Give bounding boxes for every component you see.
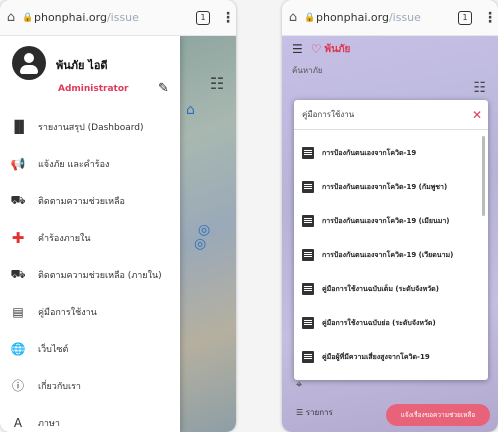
manual-panel-header: คู่มือการใช้งาน ✕ (294, 100, 488, 130)
megaphone-icon: 📢 (10, 156, 26, 171)
document-icon (302, 249, 314, 261)
close-icon[interactable]: ✕ (466, 108, 488, 122)
drawer-item-track-help-internal[interactable]: ⛟ ติดตามความช่วยเหลือ (ภายใน) (0, 256, 180, 293)
truck-icon: ⛟ (10, 266, 26, 281)
document-icon (302, 351, 314, 363)
document-icon (302, 215, 314, 227)
app-header: ☰ ♡ พ้นภัย (282, 36, 498, 62)
tab-switcher-button[interactable]: 1 (458, 10, 472, 25)
lock-icon: 🔒 (304, 12, 316, 23)
truck-icon: ⛟ (10, 192, 26, 207)
manual-panel: คู่มือการใช้งาน ✕ การป้องกันตนเองจากโควิ… (294, 100, 488, 380)
drawer-item-internal-request[interactable]: ✚ คำร้องภายใน (0, 219, 180, 256)
manual-panel-title: คู่มือการใช้งาน (302, 110, 355, 119)
avatar (12, 46, 46, 80)
drawer-item-dashboard[interactable]: ▐▌ รายงานสรุป (Dashboard) (0, 108, 180, 145)
document-icon (302, 283, 314, 295)
list-button[interactable]: ☰ รายการ (296, 406, 333, 419)
globe-icon: 🌐 (10, 341, 26, 356)
profile-role: Administrator (58, 84, 129, 94)
browser-menu-icon[interactable]: ⋮ (482, 10, 498, 26)
drawer-item-website[interactable]: 🌐 เว็บไซต์ (0, 330, 180, 367)
document-icon (302, 181, 314, 193)
map-background[interactable]: ☷ ⌂ ◎ ◎ (178, 36, 236, 432)
manual-doc-item[interactable]: การป้องกันตนเองจากโควิด-19 (เมียนมา) (302, 204, 488, 238)
document-icon (302, 147, 314, 159)
manual-doc-item[interactable]: การป้องกันตนเองจากโควิด-19 (302, 136, 488, 170)
search-label[interactable]: ค้นหาภัย (292, 64, 323, 77)
home-icon[interactable]: ⌂ (0, 10, 22, 25)
info-icon: ⓘ (11, 379, 24, 393)
edit-pencil-icon[interactable]: ✎ (158, 81, 169, 96)
profile-name: พ้นภัย ไอดี (56, 59, 108, 72)
map-pin-icon[interactable]: ⌂ (186, 102, 195, 118)
filter-icon[interactable]: ☷ (473, 80, 486, 96)
drawer-item-manual[interactable]: ▤ คู่มือการใช้งาน (0, 293, 180, 330)
manual-doc-item[interactable]: การป้องกันตนเองจากโควิด-19 (กัมพูชา) (302, 170, 488, 204)
manual-doc-list: การป้องกันตนเองจากโควิด-19 การป้องกันตนเ… (294, 130, 488, 374)
right-phone-screen: ⌂ 🔒 phonphai.org/issue 1 ⋮ ☰ ♡ พ้นภัย ค้… (282, 0, 498, 432)
manual-doc-item[interactable]: คู่มือการใช้งานฉบับย่อ (ระดับจังหวัด) (302, 306, 488, 340)
drawer-item-about[interactable]: ⓘ เกี่ยวกับเรา (0, 367, 180, 404)
plus-icon: ✚ (11, 228, 25, 247)
drawer-item-language[interactable]: A ภาษา (0, 404, 180, 432)
drawer-item-track-help[interactable]: ⛟ ติดตามความช่วยเหลือ (0, 182, 180, 219)
filter-icon[interactable]: ☷ (206, 74, 228, 96)
home-icon[interactable]: ⌂ (282, 10, 304, 25)
browser-menu-icon[interactable]: ⋮ (220, 10, 236, 26)
navigation-drawer: พ้นภัย ไอดี Administrator ✎ ▐▌ รายงานสรุ… (0, 36, 180, 432)
map-pin-icon[interactable]: ◎ (194, 236, 206, 252)
manual-doc-item[interactable]: คู่มือการใช้งานฉบับเต็ม (ระดับจังหวัด) (302, 272, 488, 306)
manual-doc-item[interactable]: การป้องกันตนเองจากโควิด-19 (เวียดนาม) (302, 238, 488, 272)
manual-doc-item[interactable]: คู่มือผู้ที่มีความเสี่ยงสูงจากโควิด-19 (302, 340, 488, 374)
drawer-item-report-disaster[interactable]: 📢 แจ้งภัย และคำร้อง (0, 145, 180, 182)
book-icon: ▤ (12, 304, 24, 319)
locate-icon[interactable]: ⌖ (296, 378, 302, 392)
url-field[interactable]: phonphai.org/issue (316, 11, 458, 24)
scrollbar[interactable] (482, 136, 485, 216)
tab-switcher-button[interactable]: 1 (196, 10, 210, 25)
hamburger-menu-icon[interactable]: ☰ (292, 42, 303, 56)
browser-bar: ⌂ 🔒 phonphai.org/issue 1 ⋮ (282, 0, 498, 36)
heart-logo-icon: ♡ (310, 42, 322, 56)
browser-bar: ⌂ 🔒 phonphai.org/issue 1 ⋮ (0, 0, 236, 36)
lock-icon: 🔒 (22, 12, 34, 23)
profile-header: พ้นภัย ไอดี Administrator ✎ (0, 36, 180, 108)
app-brand: พ้นภัย (324, 43, 351, 55)
url-field[interactable]: phonphai.org/issue (34, 11, 196, 24)
language-icon: A (13, 415, 23, 430)
document-icon (302, 317, 314, 329)
bar-chart-icon: ▐▌ (10, 119, 29, 134)
drawer-menu: ▐▌ รายงานสรุป (Dashboard) 📢 แจ้งภัย และค… (0, 108, 180, 432)
report-help-button[interactable]: แจ้งเรื่องขอความช่วยเหลือ (386, 404, 490, 426)
left-phone-screen: ⌂ 🔒 phonphai.org/issue 1 ⋮ ☷ ⌂ ◎ ◎ พ้นภั… (0, 0, 236, 432)
